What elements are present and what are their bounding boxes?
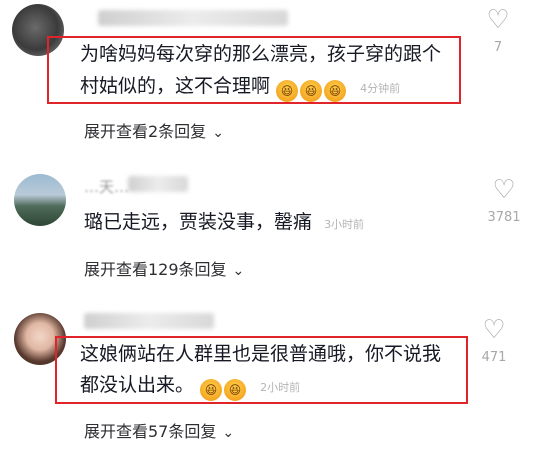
author-name[interactable]: …天… — [84, 176, 129, 197]
chevron-down-icon: ⌄ — [232, 263, 245, 279]
avatar[interactable] — [14, 174, 66, 226]
comment-time: 4分钟前 — [360, 82, 401, 95]
comment-text-line2: 都没认出来。 😆 😆 2小时前 — [80, 371, 300, 402]
heart-icon: ♡ — [482, 315, 506, 345]
heart-icon: ♡ — [486, 5, 510, 35]
comment-text-line1: 这娘俩站在人群里也是很普通哦，你不说我 — [80, 343, 442, 365]
comment-text: 村姑似的，这不合理啊 — [80, 75, 271, 97]
expand-replies-label: 展开查看2条回复 — [84, 122, 207, 141]
like-count: 471 — [481, 350, 507, 365]
expand-replies-label: 展开查看57条回复 — [84, 422, 217, 441]
comment-text-line2: 村姑似的，这不合理啊 😆 😆 😆 4分钟前 — [80, 72, 400, 103]
chevron-down-icon: ⌄ — [222, 425, 235, 441]
laughing-emoji-icon: 😆 — [300, 80, 323, 102]
heart-icon: ♡ — [492, 175, 516, 205]
expand-replies-button[interactable]: 展开查看2条回复 ⌄ — [84, 118, 224, 142]
comment-time: 2小时前 — [260, 381, 301, 394]
expand-replies-label: 展开查看129条回复 — [84, 260, 227, 279]
comment-time: 3小时前 — [324, 218, 365, 231]
like-button[interactable]: ♡ 7 — [478, 6, 518, 55]
laughing-emoji-icon: 😆 — [324, 80, 347, 102]
laughing-emoji-icon: 😆 — [200, 379, 223, 401]
like-button[interactable]: ♡ 471 — [474, 316, 514, 365]
comment-text-line1: 为啥妈妈每次穿的那么漂亮，孩子穿的跟个 — [80, 43, 442, 65]
author-name-blur — [128, 176, 188, 192]
comment-text-line1: 璐已走远，贾装没事，罄痛 3小时前 — [84, 208, 364, 239]
chevron-down-icon: ⌄ — [212, 125, 224, 141]
expand-replies-button[interactable]: 展开查看129条回复 ⌄ — [84, 256, 244, 280]
author-name[interactable] — [84, 313, 214, 329]
author-name[interactable] — [98, 10, 288, 26]
laughing-emoji-icon: 😆 — [276, 80, 299, 102]
like-count: 3781 — [487, 210, 521, 225]
like-button[interactable]: ♡ 3781 — [476, 176, 532, 225]
laughing-emoji-icon: 😆 — [224, 379, 247, 401]
comment-text: 璐已走远，贾装没事，罄痛 — [84, 211, 313, 233]
comment-text: 都没认出来。 — [80, 374, 195, 396]
expand-replies-button[interactable]: 展开查看57条回复 ⌄ — [84, 418, 234, 442]
like-count: 7 — [493, 40, 503, 55]
